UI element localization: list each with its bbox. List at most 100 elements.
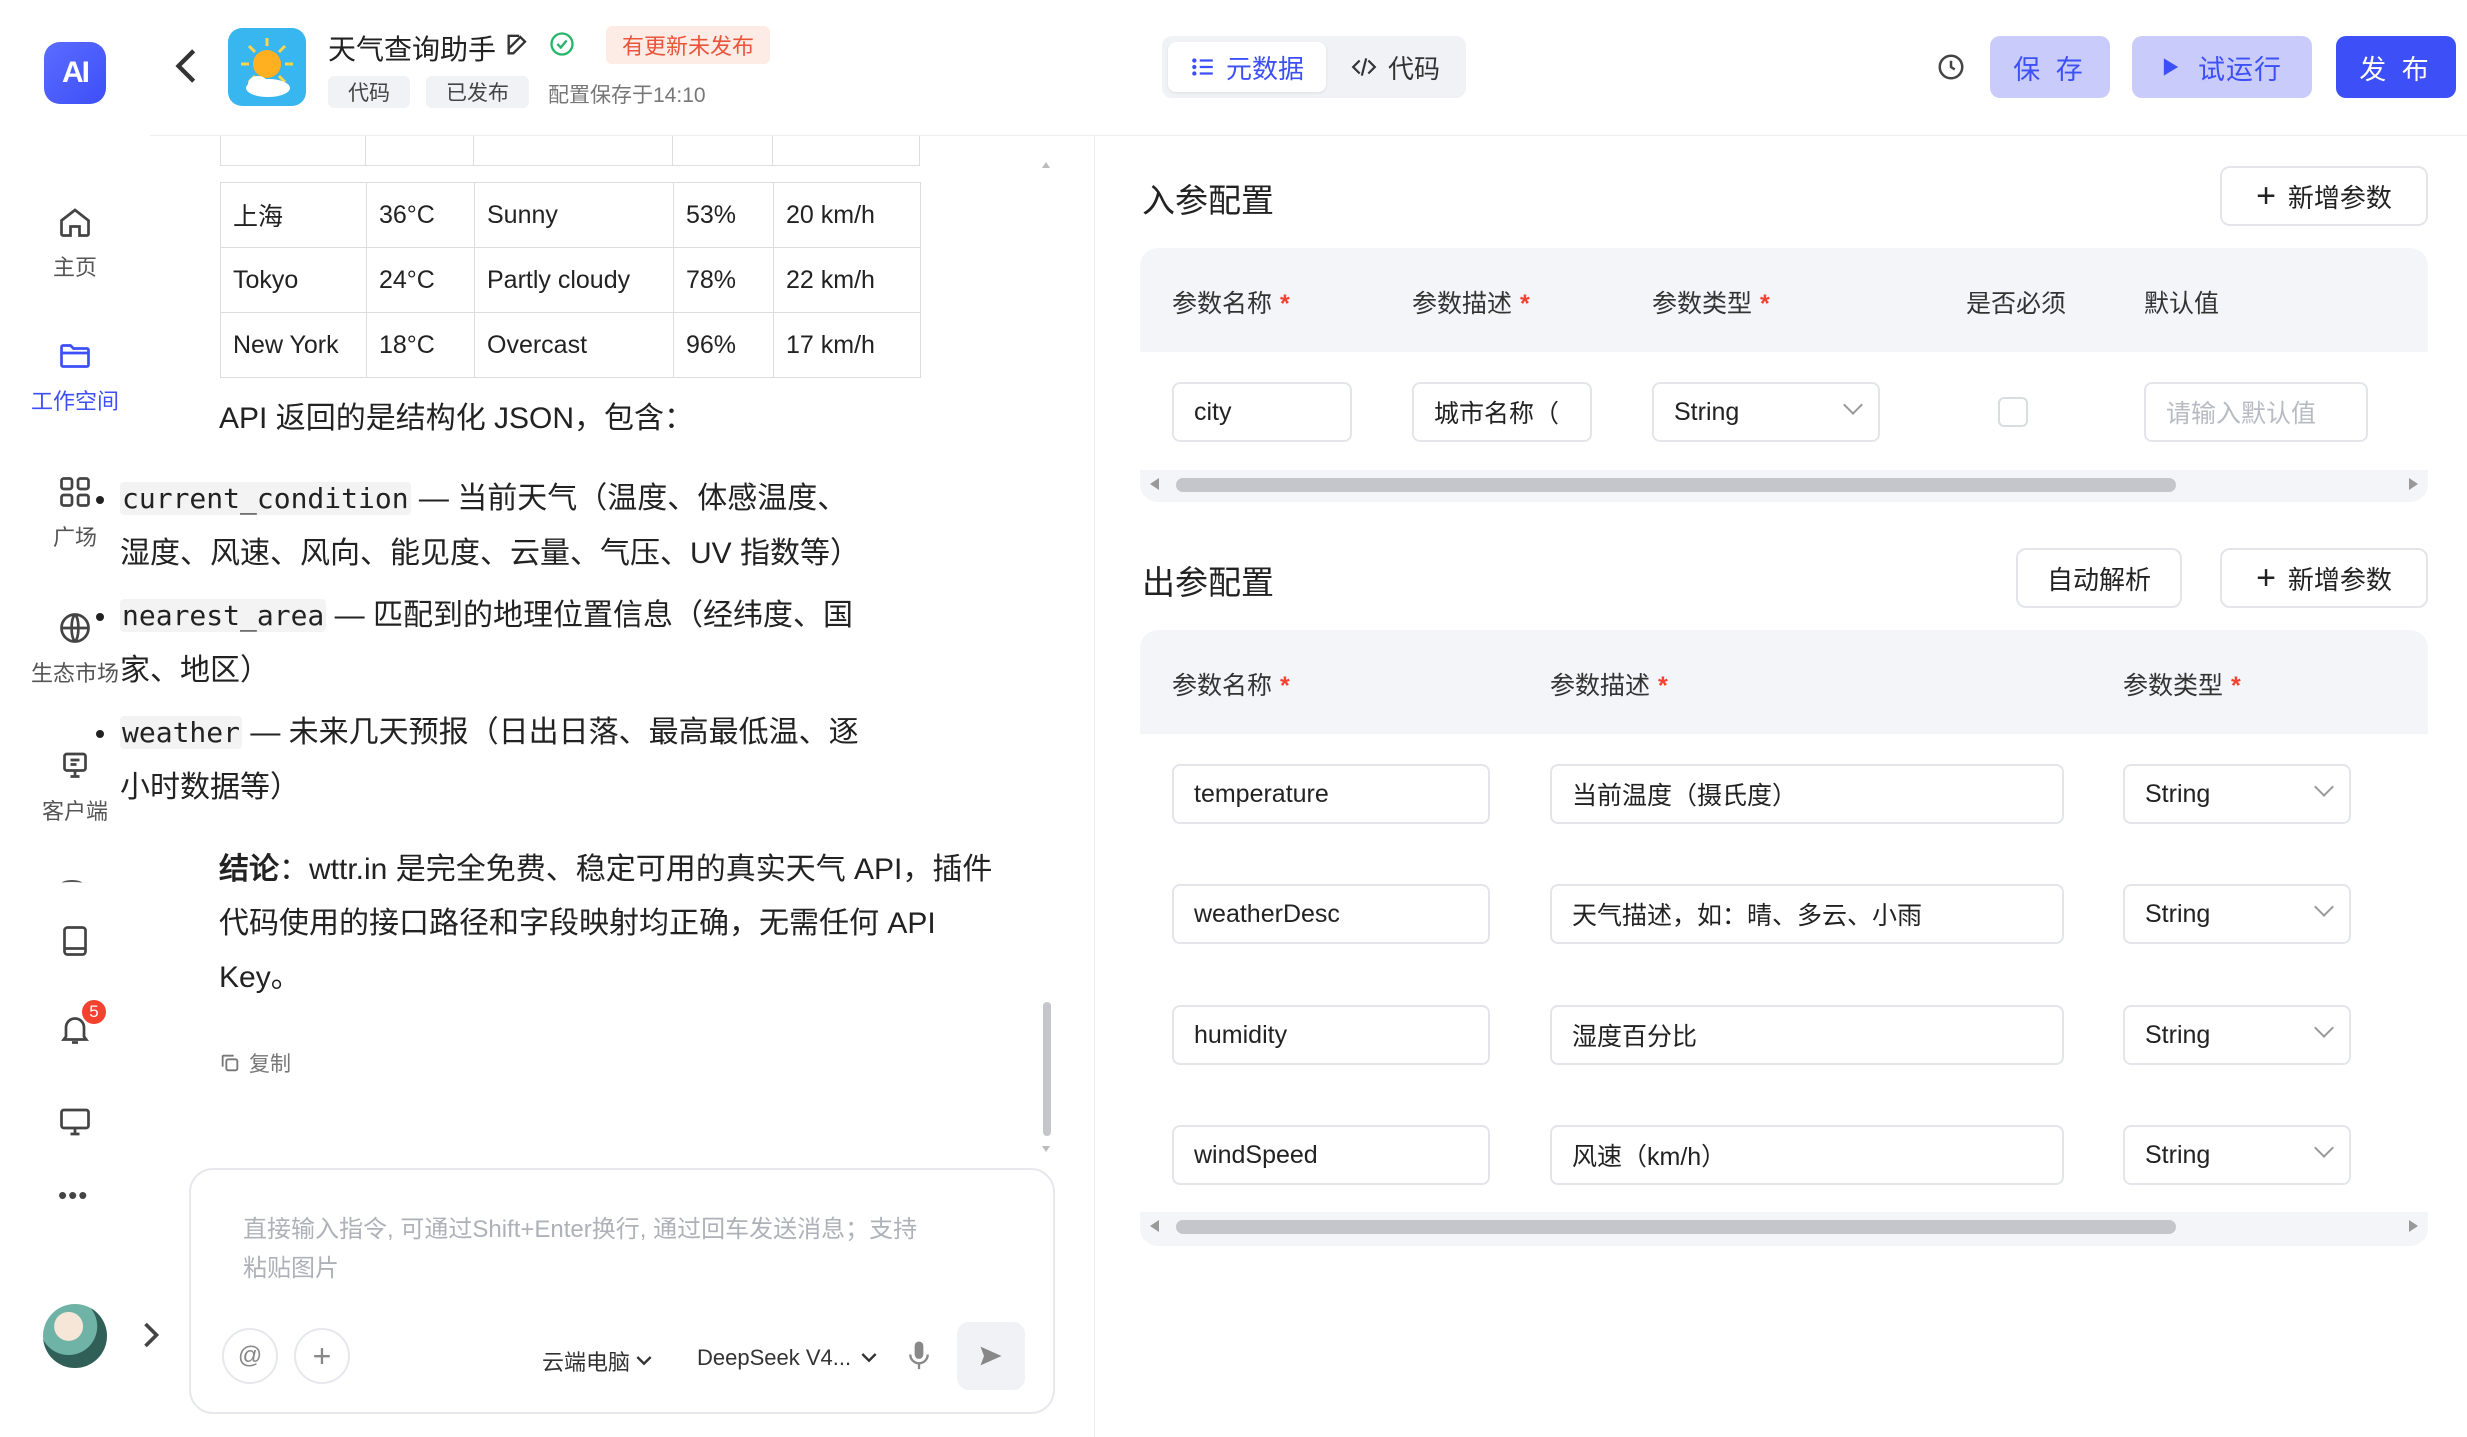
add-attachment-button[interactable]: + bbox=[294, 1328, 350, 1384]
tab-metadata[interactable]: 元数据 bbox=[1168, 42, 1326, 92]
param-type-select[interactable]: String bbox=[2123, 884, 2351, 944]
nav-item-label: 广场 bbox=[52, 525, 97, 550]
notification-badge: 5 bbox=[80, 998, 108, 1026]
tag-published: 已发布 bbox=[426, 76, 529, 108]
publish-button[interactable]: 发 布 bbox=[2336, 36, 2456, 98]
column-header-label: 参数描述 bbox=[1412, 290, 1513, 318]
default-value-input[interactable]: 请输入默认值 bbox=[2144, 382, 2368, 442]
column-header: 参数名称 * bbox=[1172, 672, 1290, 700]
horizontal-scrollbar[interactable] bbox=[1140, 470, 2428, 498]
tag-code: 代码 bbox=[328, 76, 410, 108]
bullet-dot bbox=[96, 613, 104, 621]
bullet-dot bbox=[96, 496, 104, 504]
select-value: String bbox=[2145, 1140, 2211, 1169]
edit-icon[interactable] bbox=[504, 30, 532, 63]
param-name-field[interactable]: humidity bbox=[1172, 1005, 1490, 1065]
auto-parse-button[interactable]: 自动解析 bbox=[2016, 548, 2182, 608]
param-type-select[interactable]: String bbox=[2123, 1005, 2351, 1065]
param-name-field[interactable]: temperature bbox=[1172, 764, 1490, 824]
scroll-up-arrow-icon[interactable] bbox=[1042, 162, 1050, 168]
add-output-param-button[interactable]: + 新增参数 bbox=[2220, 548, 2428, 608]
param-desc-field[interactable]: 天气描述，如：晴、多云、小雨 bbox=[1550, 884, 2064, 944]
nav-item-label: 生态市场 bbox=[30, 661, 119, 686]
mention-button[interactable]: @ bbox=[222, 1328, 278, 1384]
scroll-right-arrow-icon[interactable] bbox=[2409, 478, 2418, 490]
table-cell: Overcast bbox=[474, 312, 674, 378]
monitor-icon[interactable] bbox=[57, 1104, 93, 1145]
scroll-left-arrow-icon[interactable] bbox=[1150, 1220, 1159, 1232]
param-type-select[interactable]: String bbox=[2123, 764, 2351, 824]
chevron-down-icon bbox=[2314, 1018, 2334, 1038]
param-name-field[interactable]: city bbox=[1172, 382, 1352, 442]
update-badge: 有更新未发布 bbox=[606, 26, 771, 64]
column-header: 参数类型 * bbox=[2123, 672, 2241, 700]
user-avatar[interactable] bbox=[43, 1304, 107, 1368]
test-run-button[interactable]: 试运行 bbox=[2132, 36, 2312, 98]
param-name-field[interactable]: windSpeed bbox=[1172, 1125, 1490, 1185]
bullet-item: current_condition — 当前天气（温度、体感温度、 湿度、风速、… bbox=[96, 471, 860, 581]
plus-icon: + bbox=[2256, 177, 2276, 215]
input-params-table: 参数名称 * 参数描述 * 参数类型 * 是否必须 默认值 city 城市名称（ St… bbox=[1140, 248, 2428, 502]
table-row: Tokyo 24°C Partly cloudy 78% 22 km/h bbox=[220, 247, 921, 313]
param-desc-field[interactable]: 湿度百分比 bbox=[1550, 1005, 2064, 1065]
tab-code[interactable]: 代码 bbox=[1330, 42, 1460, 92]
table-header: 参数名称 * 参数描述 * 参数类型 * 是否必须 默认值 bbox=[1140, 248, 2428, 352]
horizontal-scrollbar[interactable] bbox=[1140, 1212, 2428, 1240]
saved-status: 配置保存于14:10 bbox=[548, 84, 706, 107]
placeholder-line: 粘贴图片 bbox=[243, 1255, 339, 1282]
add-input-param-button[interactable]: + 新增参数 bbox=[2220, 166, 2428, 226]
table-cell: New York bbox=[220, 312, 367, 378]
more-icon[interactable]: ••• bbox=[58, 1180, 88, 1211]
param-desc-field[interactable]: 风速（km/h） bbox=[1550, 1125, 2064, 1185]
microphone-icon[interactable] bbox=[906, 1340, 932, 1377]
output-params-table: 参数名称 * 参数描述 * 参数类型 * temperature 当前温度（摄氏度） … bbox=[1140, 630, 2428, 1246]
param-type-select[interactable]: String bbox=[1652, 382, 1880, 442]
conclusion-text: 结论：wttr.in 是完全免费、稳定可用的真实天气 API，插件 代码使用的接… bbox=[219, 843, 992, 1005]
scroll-right-arrow-icon[interactable] bbox=[2409, 1220, 2418, 1232]
column-header: 参数描述 * bbox=[1550, 672, 1668, 700]
chat-scrollbar-thumb[interactable] bbox=[1043, 1002, 1051, 1136]
inline-code: nearest_area bbox=[120, 599, 327, 632]
test-run-label: 试运行 bbox=[2198, 54, 2282, 85]
scroll-left-arrow-icon[interactable] bbox=[1150, 478, 1159, 490]
nav-item-workspace[interactable]: 工作空间 bbox=[0, 338, 150, 416]
folder-icon bbox=[60, 344, 90, 368]
cloud-pc-dropdown[interactable]: 云端电脑 bbox=[542, 1345, 652, 1377]
client-icon bbox=[63, 752, 87, 778]
model-dropdown[interactable]: DeepSeek V4... bbox=[697, 1345, 877, 1371]
param-desc-field[interactable]: 城市名称（ bbox=[1412, 382, 1592, 442]
table-body: city 城市名称（ String 请输入默认值 bbox=[1140, 352, 2428, 474]
app-window: AI 主页 工作空间 广场 生态市场 客户端 5 ••• 天气查询助手 有更新未… bbox=[0, 0, 2467, 1437]
save-button[interactable]: 保 存 bbox=[1990, 36, 2110, 98]
required-checkbox[interactable] bbox=[1998, 397, 2028, 427]
nav-item-label: 客户端 bbox=[41, 799, 108, 824]
nav-item-home[interactable]: 主页 bbox=[0, 204, 150, 282]
param-name-field[interactable]: weatherDesc bbox=[1172, 884, 1490, 944]
copy-button[interactable]: 复制 bbox=[219, 1048, 291, 1078]
scrollbar-thumb[interactable] bbox=[1176, 478, 2176, 492]
table-cell: Tokyo bbox=[220, 247, 367, 313]
select-value: String bbox=[1674, 397, 1740, 426]
table-cell: 20 km/h bbox=[773, 182, 921, 248]
bullet-text: — 未来几天预报（日出日落、最高最低温、逐 bbox=[242, 716, 859, 749]
column-header: 是否必须 bbox=[1966, 284, 2066, 320]
book-icon[interactable] bbox=[57, 922, 93, 965]
history-clock-icon[interactable] bbox=[1936, 52, 1966, 87]
column-header-label: 参数描述 bbox=[1550, 672, 1651, 700]
table-cell: Partly cloudy bbox=[474, 247, 674, 313]
send-button[interactable] bbox=[957, 1322, 1025, 1390]
back-chevron-icon[interactable] bbox=[172, 46, 198, 91]
app-logo[interactable]: AI bbox=[44, 42, 106, 104]
scroll-down-arrow-icon[interactable] bbox=[1042, 1146, 1050, 1152]
param-type-select[interactable]: String bbox=[2123, 1125, 2351, 1185]
grid-icon bbox=[60, 477, 90, 507]
scrollbar-thumb[interactable] bbox=[1176, 1220, 2176, 1234]
chevron-down-icon bbox=[636, 1356, 652, 1366]
code-icon bbox=[1351, 58, 1377, 76]
table-cell: 96% bbox=[673, 312, 774, 378]
nav-item-label: 工作空间 bbox=[30, 389, 119, 414]
input-params-title: 入参配置 bbox=[1142, 182, 1274, 219]
bullet-dot bbox=[96, 730, 104, 738]
param-desc-field[interactable]: 当前温度（摄氏度） bbox=[1550, 764, 2064, 824]
chat-input-placeholder[interactable]: 直接输入指令, 可通过Shift+Enter换行, 通过回车发送消息；支持 粘贴… bbox=[243, 1210, 1003, 1288]
